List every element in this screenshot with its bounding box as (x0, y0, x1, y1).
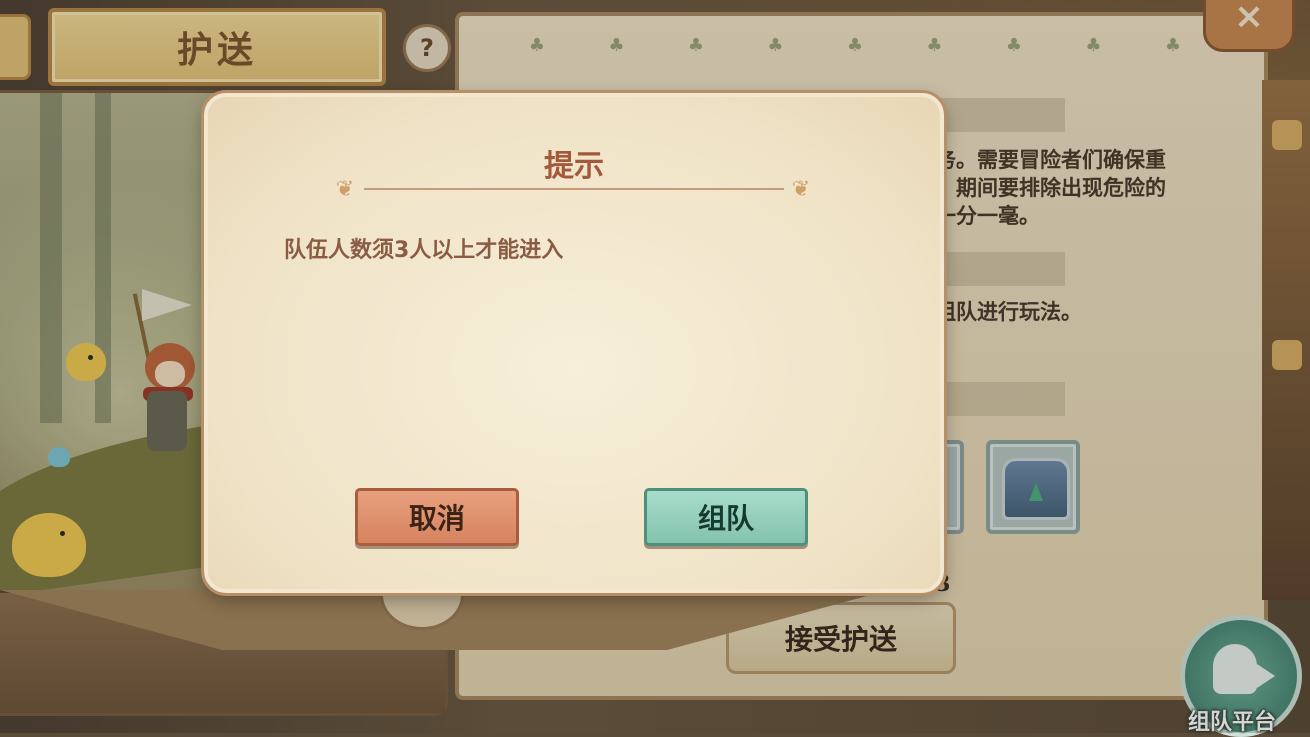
form-team-button[interactable]: 组队 (644, 488, 808, 546)
dialog-title: 提示 (544, 149, 604, 184)
leaf-icon: ❦ (791, 177, 811, 202)
cancel-button[interactable]: 取消 (355, 488, 519, 546)
dialog-divider (364, 188, 784, 190)
prompt-dialog: 提示 ❦ ❦ 队伍人数须3人以上才能进入 取消 组队 (204, 93, 944, 593)
leaf-icon: ❦ (335, 177, 355, 202)
dialog-message: 队伍人数须3人以上才能进入 (284, 238, 564, 263)
